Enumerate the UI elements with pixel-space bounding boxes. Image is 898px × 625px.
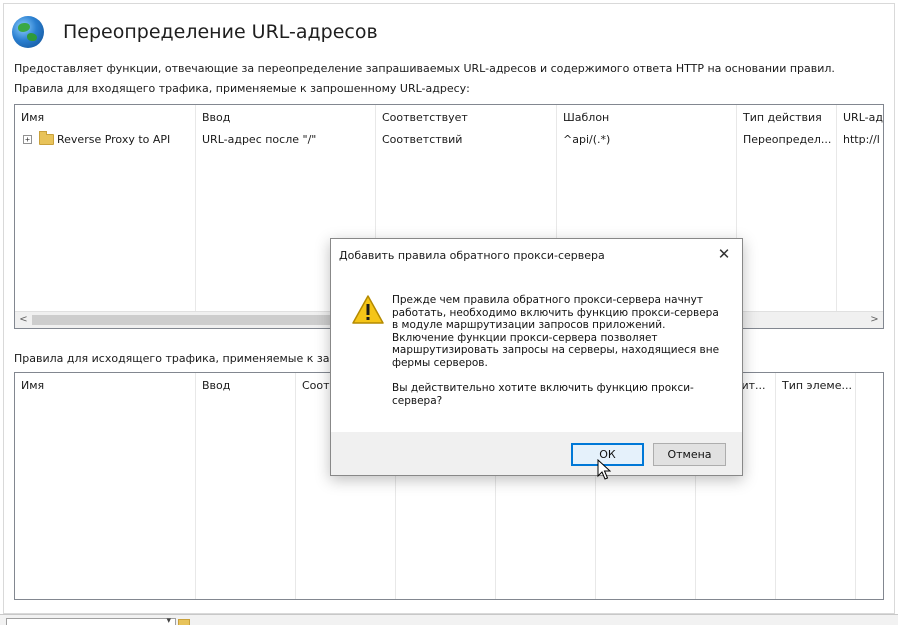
header-match[interactable]: Соответствует [382, 111, 468, 124]
outbound-rules-label: Правила для исходящего трафика, применяе… [14, 352, 349, 365]
page-title: Переопределение URL-адресов [63, 21, 378, 43]
dialog-footer: ОК Отмена [331, 432, 742, 475]
view-combo[interactable]: ▾ [6, 616, 176, 625]
header-url[interactable]: URL-ад [843, 111, 883, 124]
rule-name[interactable]: Reverse Proxy to API [57, 133, 170, 146]
rule-match[interactable]: Соответствий [382, 133, 462, 146]
out-header-input[interactable]: Ввод [202, 379, 230, 392]
out-header-match[interactable]: Соот [302, 379, 330, 392]
globe-icon [12, 16, 44, 48]
out-column-8 [776, 373, 856, 599]
close-button[interactable]: ✕ [712, 244, 736, 266]
rule-input[interactable]: URL-адрес после "/" [202, 133, 316, 146]
expand-icon[interactable]: + [23, 135, 32, 144]
header-pattern[interactable]: Шаблон [563, 111, 609, 124]
reverse-proxy-dialog: Добавить правила обратного прокси-сервер… [330, 238, 743, 476]
rule-action-type[interactable]: Переопредел... [743, 133, 831, 146]
dialog-message: Прежде чем правила обратного прокси-серв… [392, 294, 722, 407]
dialog-message-text: Прежде чем правила обратного прокси-серв… [392, 294, 720, 369]
scroll-right-icon[interactable]: > [866, 312, 883, 328]
bottom-toolbar: ▾ [0, 614, 898, 625]
header-input[interactable]: Ввод [202, 111, 230, 124]
out-column-input [196, 373, 296, 599]
out-column-name [15, 373, 196, 599]
dialog-question-text: Вы действительно хотите включить функцию… [392, 382, 694, 407]
inbound-rules-label: Правила для входящего трафика, применяем… [14, 82, 470, 95]
folder-icon[interactable] [178, 619, 190, 625]
scroll-left-icon[interactable]: < [15, 312, 32, 328]
chevron-down-icon[interactable]: ▾ [166, 616, 171, 625]
rule-url[interactable]: http://l [843, 133, 880, 146]
page-header: Переопределение URL-адресов [12, 12, 378, 52]
folder-icon [39, 131, 54, 145]
out-header-element-type[interactable]: Тип элеме... [782, 379, 852, 392]
header-name[interactable]: Имя [21, 111, 44, 124]
mouse-cursor-icon [597, 459, 611, 480]
cancel-button[interactable]: Отмена [653, 443, 726, 466]
page-description: Предоставляет функции, отвечающие за пер… [14, 62, 835, 75]
out-header-name[interactable]: Имя [21, 379, 44, 392]
dialog-title: Добавить правила обратного прокси-сервер… [339, 249, 605, 262]
warning-icon [352, 295, 384, 324]
rule-pattern[interactable]: ^api/(.*) [563, 133, 610, 146]
header-action-type[interactable]: Тип действия [743, 111, 822, 124]
